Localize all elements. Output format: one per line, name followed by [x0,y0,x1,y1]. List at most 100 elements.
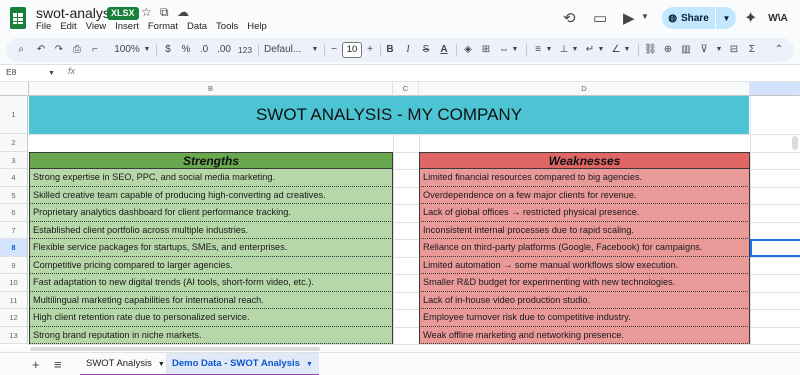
vertical-align-icon[interactable]: ⊥ [558,42,570,58]
strength-item[interactable]: Established client portfolio across mult… [29,221,393,239]
cloud-status-icon[interactable]: ☁ [177,5,189,19]
column-header-c[interactable]: C [393,82,419,96]
rotation-dropdown-icon[interactable]: ▼ [622,42,632,58]
borders-icon[interactable]: ⊞ [480,42,492,58]
horizontal-align-icon[interactable]: ≡ [532,42,544,58]
more-formats-button[interactable]: 123 [236,42,254,58]
account-avatar[interactable]: W\A [766,8,790,28]
weakness-item[interactable]: Inconsistent internal processes due to r… [419,221,750,239]
halign-dropdown-icon[interactable]: ▼ [544,42,554,58]
name-box-dropdown-icon[interactable]: ▼ [48,66,55,82]
weakness-item[interactable]: Employee turnover risk due to competitiv… [419,309,750,327]
text-rotation-icon[interactable]: ∠ [610,42,622,58]
weakness-item[interactable]: Lack of global offices → restricted phys… [419,204,750,222]
row-header[interactable]: 3 [0,151,28,169]
column-header-b[interactable]: B [29,82,393,96]
meet-video-icon[interactable]: ▶ [623,9,635,27]
merge-cells-icon[interactable]: ⇔ [498,42,510,58]
menu-insert[interactable]: Insert [115,21,139,32]
zoom-dropdown-icon[interactable]: ▼ [142,42,152,58]
increase-decimal-button[interactable]: .00 [214,42,234,58]
font-dropdown-icon[interactable]: ▼ [310,42,320,58]
currency-format-button[interactable]: $ [162,42,174,58]
weakness-item[interactable]: Reliance on third-party platforms (Googl… [419,239,750,257]
increase-font-size-icon[interactable]: + [364,42,376,58]
strength-item[interactable]: Fast adaptation to new digital trends (A… [29,274,393,292]
menu-help[interactable]: Help [247,21,267,32]
row-header[interactable]: 9 [0,256,28,274]
strength-item[interactable]: Competitive pricing compared to larger a… [29,256,393,274]
insert-link-icon[interactable]: ⛓ [644,42,657,58]
horizontal-scrollbar[interactable] [30,347,320,351]
row-header[interactable]: 4 [0,169,28,187]
row-header[interactable]: 12 [0,309,28,327]
merge-dropdown-icon[interactable]: ▼ [510,42,520,58]
gemini-sparkle-icon[interactable]: ✦ [744,8,757,28]
menu-data[interactable]: Data [187,21,207,32]
undo-icon[interactable]: ↶ [34,42,48,58]
share-button[interactable]: ◍ Share [662,7,716,29]
font-size-input[interactable]: 10 [342,42,362,58]
weaknesses-header[interactable]: Weaknesses [419,151,750,169]
strength-item[interactable]: Flexible service packages for startups, … [29,239,393,257]
meet-dropdown-icon[interactable]: ▼ [641,12,649,21]
row-header[interactable]: 7 [0,221,28,239]
add-sheet-icon[interactable]: + [32,357,40,372]
weakness-item[interactable]: Smaller R&D budget for experimenting wit… [419,274,750,292]
valign-dropdown-icon[interactable]: ▼ [570,42,580,58]
redo-icon[interactable]: ↷ [52,42,66,58]
menu-tools[interactable]: Tools [216,21,238,32]
filter-icon[interactable]: ⊽ [698,42,710,58]
column-header-e[interactable] [750,82,800,96]
sheet-grid[interactable]: B C D 1 2 3 4 5 6 7 8 9 10 11 12 13 SWOT… [0,82,800,346]
search-menus-icon[interactable]: ⌕ [14,42,28,58]
row-header[interactable]: 1 [0,96,28,134]
font-family-select[interactable]: Defaul... [264,42,310,58]
strength-item[interactable]: High client retention rate due to person… [29,309,393,327]
sheet-tab-dropdown-icon[interactable]: ▼ [158,361,165,368]
decrease-decimal-button[interactable]: .0 [196,42,212,58]
strengths-header[interactable]: Strengths [29,151,393,169]
name-box[interactable]: E8 [6,67,16,77]
vertical-scrollbar[interactable] [792,136,798,150]
weakness-item[interactable]: Lack of in-house video production studio… [419,291,750,309]
row-header[interactable]: 2 [0,134,28,152]
text-color-icon[interactable]: A [438,42,450,58]
zoom-select[interactable]: 100% [112,42,142,58]
star-icon[interactable]: ☆ [141,5,152,19]
sheet-tab-dropdown-icon[interactable]: ▼ [306,361,313,368]
sheet-tab-swot-analysis[interactable]: SWOT Analysis ▼ [80,353,171,375]
insert-chart-icon[interactable]: ▥ [680,42,692,58]
decrease-font-size-icon[interactable]: − [328,42,340,58]
functions-icon[interactable]: Σ [746,42,758,58]
menu-file[interactable]: File [36,21,51,32]
comments-icon[interactable]: ▭ [593,9,607,27]
filter-dropdown-icon[interactable]: ▼ [714,42,724,58]
swot-title-banner[interactable]: SWOT ANALYSIS - MY COMPANY [29,96,749,134]
selected-cell-e8[interactable] [750,239,800,257]
strength-item[interactable]: Proprietary analytics dashboard for clie… [29,204,393,222]
row-header[interactable]: 8 [0,239,28,257]
row-header[interactable]: 11 [0,291,28,309]
move-folder-icon[interactable]: ⧉ [160,5,169,20]
paint-format-icon[interactable]: ⌐ [88,42,102,58]
weakness-item[interactable]: Overdependence on a few major clients fo… [419,186,750,204]
strength-item[interactable]: Multilingual marketing capabilities for … [29,291,393,309]
row-header[interactable]: 13 [0,326,28,344]
insert-comment-icon[interactable]: ⊕ [662,42,674,58]
collapse-toolbar-icon[interactable]: ⌃ [772,42,786,58]
strength-item[interactable]: Strong brand reputation in niche markets… [29,326,393,344]
row-header[interactable]: 5 [0,186,28,204]
text-wrapping-icon[interactable]: ↵ [584,42,596,58]
share-dropdown-icon[interactable]: ▼ [717,7,736,29]
weakness-item[interactable]: Weak offline marketing and networking pr… [419,326,750,344]
strength-item[interactable]: Strong expertise in SEO, PPC, and social… [29,169,393,187]
row-header[interactable]: 10 [0,274,28,292]
print-icon[interactable]: ⎙ [70,42,84,58]
all-sheets-icon[interactable]: ≡ [54,357,62,372]
menu-edit[interactable]: Edit [60,21,76,32]
version-history-icon[interactable]: ⟲ [563,9,576,27]
fill-color-icon[interactable]: ◈ [462,42,474,58]
weakness-item[interactable]: Limited automation → some manual workflo… [419,256,750,274]
sheet-tab-demo-data[interactable]: Demo Data - SWOT Analysis ▼ [166,353,319,375]
